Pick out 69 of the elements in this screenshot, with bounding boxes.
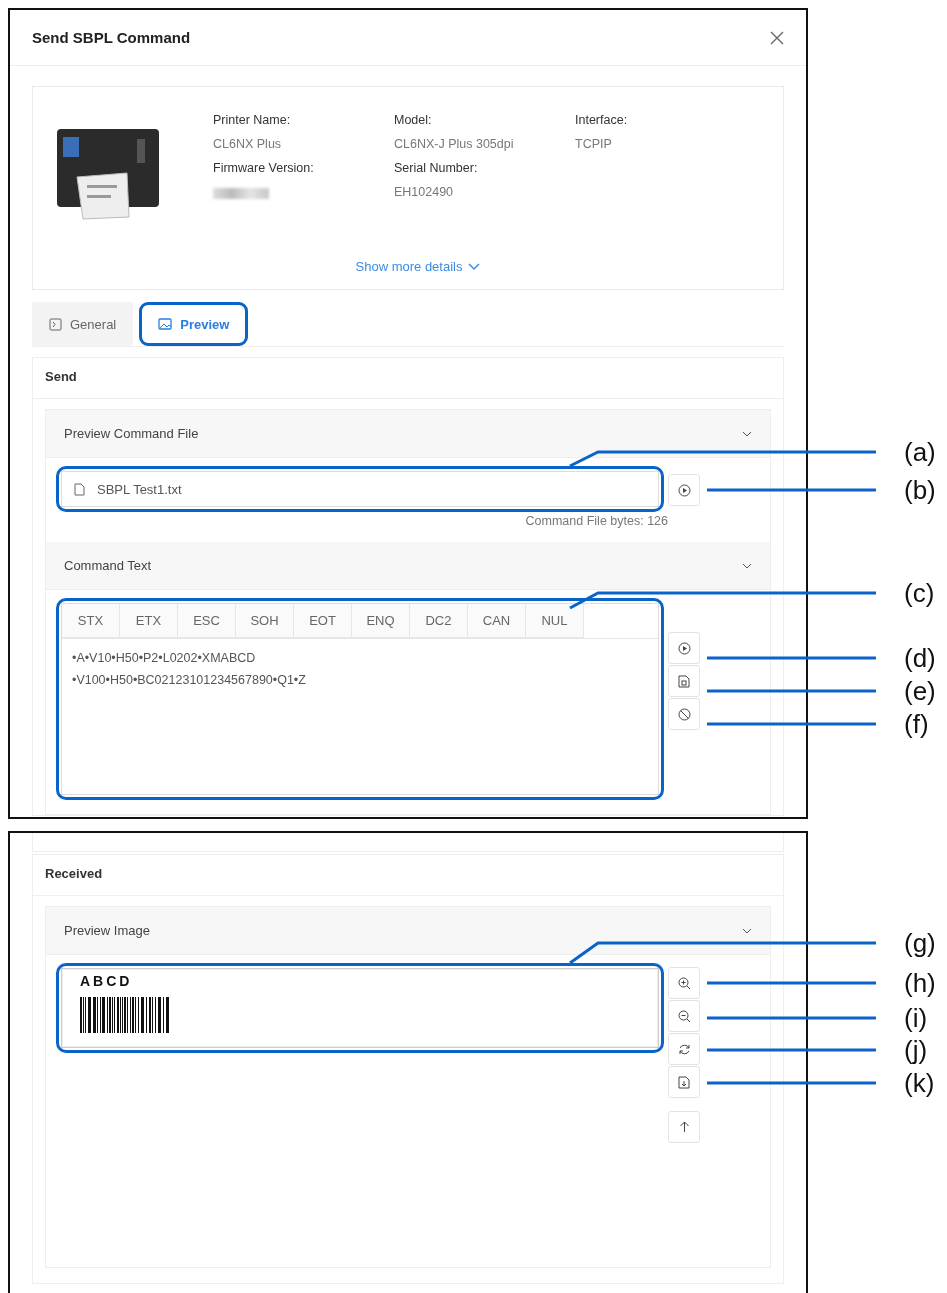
play-button[interactable] — [668, 632, 700, 664]
control-key-button[interactable]: CAN — [468, 604, 526, 638]
control-key-button[interactable]: NUL — [526, 604, 584, 638]
control-key-button[interactable]: SOH — [236, 604, 294, 638]
blurred-value — [213, 188, 269, 199]
callout-label: (e) — [904, 677, 936, 705]
save-file-button[interactable] — [668, 1066, 700, 1098]
play-icon — [677, 641, 691, 655]
field-label: Model: — [394, 113, 433, 127]
callout-label: (j) — [904, 1036, 928, 1064]
show-more-link[interactable]: Show more details — [355, 259, 481, 274]
file-download-icon — [678, 1075, 690, 1089]
field-value: CL6NX-J Plus 305dpi — [394, 137, 515, 151]
control-key-button[interactable]: STX — [62, 604, 120, 638]
callout-label: (g) — [904, 929, 936, 957]
tab[interactable]: General — [32, 302, 134, 346]
file-icon — [74, 482, 85, 496]
field-value: TCPIP — [575, 137, 613, 151]
zoom-in-icon — [677, 976, 691, 990]
image-icon — [158, 318, 173, 330]
play-button[interactable] — [668, 474, 700, 506]
field-label: Firmware Version: — [213, 161, 315, 175]
section-title: Send — [33, 358, 783, 399]
prohibited-icon — [677, 707, 691, 721]
label-text: ABCD — [80, 973, 134, 989]
save-file-button[interactable] — [668, 665, 700, 697]
close-icon[interactable] — [770, 30, 784, 45]
field-value: CL6NX Plus — [213, 137, 283, 151]
zoom-in-button[interactable] — [668, 967, 700, 999]
chevron-down-icon — [742, 562, 752, 569]
field-label: Serial Number: — [394, 161, 479, 175]
callout-label: (b) — [904, 476, 936, 504]
callout-label: (h) — [904, 969, 936, 997]
file-field[interactable]: SBPL Test1.txt — [61, 471, 659, 507]
panel-header[interactable]: Command Text — [46, 542, 770, 590]
tab[interactable]: Preview — [139, 302, 249, 346]
refresh-icon — [677, 1042, 691, 1056]
control-key-button[interactable]: ENQ — [352, 604, 410, 638]
byte-count: Command File bytes: 126 — [524, 514, 668, 528]
panel-header[interactable]: Preview Image — [46, 907, 770, 955]
panel-header[interactable]: Preview Command File — [46, 410, 770, 458]
play-icon — [677, 483, 691, 497]
callout-label: (i) — [904, 1004, 928, 1032]
callout-label: (f) — [904, 710, 929, 738]
dialog-title: Send SBPL Command — [32, 29, 191, 46]
zoom-out-button[interactable] — [668, 1000, 700, 1032]
scroll-up-button[interactable] — [668, 1111, 700, 1143]
control-key-button[interactable]: ESC — [178, 604, 236, 638]
control-key-button[interactable]: DC2 — [410, 604, 468, 638]
zoom-out-icon — [677, 1009, 691, 1023]
refresh-button[interactable] — [668, 1033, 700, 1065]
chevron-down-icon — [468, 262, 481, 271]
field-label: Interface: — [575, 113, 629, 127]
chevron-down-icon — [742, 927, 752, 934]
section-title: Received — [33, 855, 783, 896]
clear-button[interactable] — [668, 698, 700, 730]
callout-label: (a) — [904, 438, 936, 466]
field-label: Printer Name: — [213, 113, 292, 127]
file-icon — [678, 674, 690, 688]
arrow-up-icon — [678, 1121, 690, 1133]
callout-label: (k) — [904, 1069, 935, 1097]
callout-label: (d) — [904, 644, 936, 672]
command-text-area[interactable]: •A•V10•H50•P2•L0202•XMABCD •V100•H50•BC02123101234567890•Q1•Z — [62, 638, 658, 794]
field-value: EH102490 — [394, 185, 455, 199]
control-key-button[interactable]: ETX — [120, 604, 178, 638]
callout-label: (c) — [904, 579, 935, 607]
terminal-icon — [49, 317, 62, 331]
control-key-button[interactable]: EOT — [294, 604, 352, 638]
chevron-down-icon — [742, 430, 752, 437]
